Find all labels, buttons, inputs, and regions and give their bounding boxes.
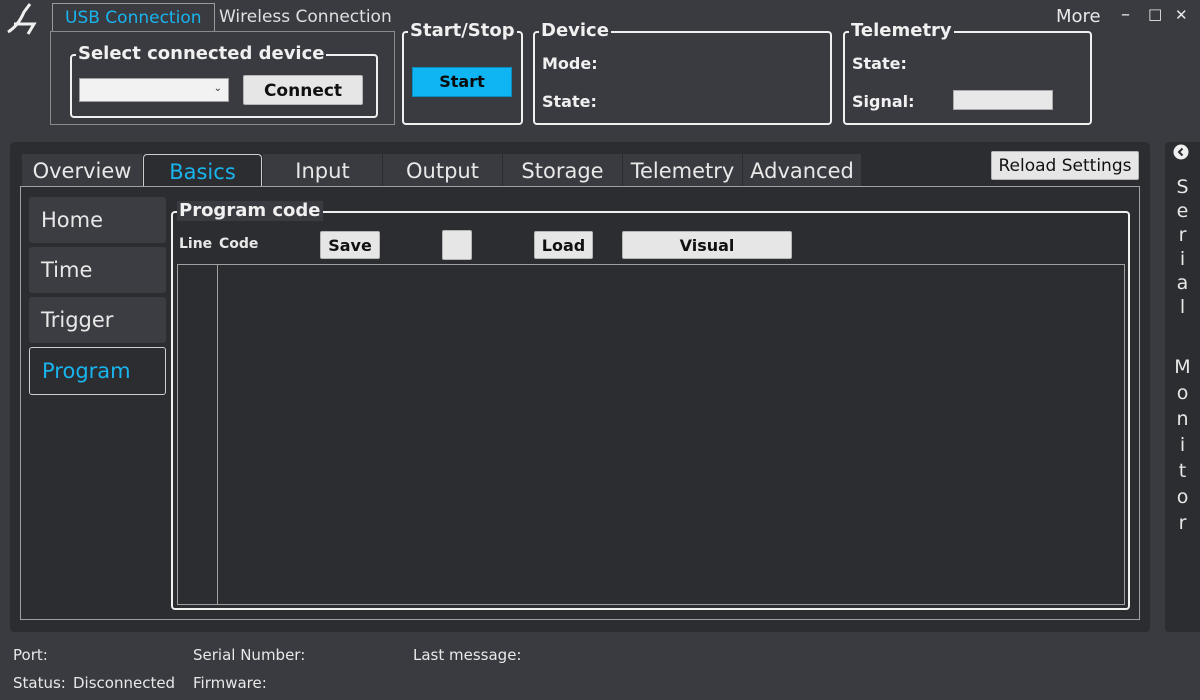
status-value: Disconnected	[73, 674, 176, 692]
code-editor[interactable]	[177, 264, 1125, 605]
telemetry-state-label: State:	[852, 54, 907, 73]
tab-wireless-connection[interactable]: Wireless Connection	[207, 3, 404, 31]
serial-letter: e	[1176, 200, 1189, 222]
monitor-letter: o	[1176, 486, 1189, 508]
signal-strength-bar	[953, 90, 1053, 110]
monitor-letter: o	[1176, 382, 1189, 404]
select-device-title: Select connected device	[76, 43, 327, 64]
tab-advanced[interactable]: Advanced	[743, 154, 861, 187]
sidebar-item-home[interactable]: Home	[29, 197, 166, 243]
sidebar-item-program[interactable]: Program	[29, 347, 166, 395]
tab-usb-connection[interactable]: USB Connection	[52, 3, 215, 31]
collapse-chevron-icon[interactable]	[1173, 144, 1189, 160]
chevron-down-icon: ⌄	[213, 83, 222, 94]
device-mode-label: Mode:	[542, 54, 598, 73]
tab-telemetry[interactable]: Telemetry	[623, 154, 742, 187]
device-select[interactable]: ⌄	[79, 78, 229, 102]
tab-storage[interactable]: Storage	[503, 154, 622, 187]
telemetry-signal-label: Signal:	[852, 92, 915, 111]
monitor-letter: r	[1178, 512, 1187, 534]
blank-button[interactable]	[442, 230, 472, 260]
sidebar-item-trigger[interactable]: Trigger	[29, 297, 166, 343]
save-button[interactable]: Save	[320, 231, 380, 259]
firmware-label: Firmware:	[193, 674, 267, 692]
tab-overview[interactable]: Overview	[22, 154, 142, 187]
status-label: Status:	[13, 674, 66, 692]
minimize-icon[interactable]: –	[1121, 4, 1130, 25]
serial-letter: r	[1178, 224, 1187, 246]
code-column-header: Code	[219, 236, 259, 252]
tab-basics[interactable]: Basics	[143, 154, 262, 187]
telemetry-title: Telemetry	[849, 20, 954, 41]
device-state-label: State:	[542, 92, 597, 111]
monitor-letter: i	[1179, 434, 1186, 456]
connect-button[interactable]: Connect	[243, 75, 363, 105]
line-number-divider	[217, 265, 218, 604]
serial-letter: a	[1176, 272, 1189, 294]
port-label: Port:	[13, 646, 48, 664]
program-code-title: Program code	[177, 200, 323, 221]
reload-settings-button[interactable]: Reload Settings	[991, 151, 1139, 180]
app-logo-icon	[7, 3, 37, 35]
monitor-letter: M	[1174, 356, 1191, 378]
tab-output[interactable]: Output	[383, 154, 502, 187]
more-menu[interactable]: More	[1056, 6, 1101, 27]
sidebar-item-time[interactable]: Time	[29, 247, 166, 293]
last-message-label: Last message:	[413, 646, 522, 664]
device-title: Device	[539, 20, 611, 41]
serial-letter: l	[1179, 296, 1186, 318]
start-button[interactable]: Start	[412, 67, 512, 97]
serial-monitor-label: S e r i a l M o n i t o r	[1165, 176, 1200, 538]
close-icon[interactable]: ✕	[1175, 6, 1188, 24]
serial-letter: i	[1179, 248, 1186, 270]
serial-letter: S	[1176, 176, 1189, 198]
monitor-letter: n	[1176, 408, 1189, 430]
visual-programmer-button[interactable]: Visual programmer	[622, 231, 792, 282]
tab-input[interactable]: Input	[263, 154, 382, 187]
start-stop-title: Start/Stop	[408, 20, 517, 41]
monitor-letter: t	[1178, 460, 1187, 482]
line-column-header: Line	[179, 236, 213, 252]
maximize-icon[interactable]: □	[1148, 5, 1162, 23]
serial-number-label: Serial Number:	[193, 646, 306, 664]
load-button[interactable]: Load	[534, 231, 593, 259]
